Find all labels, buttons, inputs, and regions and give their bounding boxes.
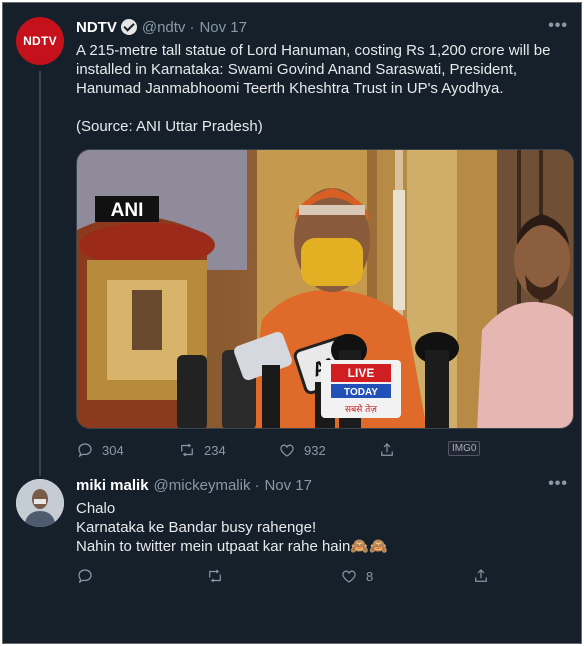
tweet-media-image[interactable]: ANI ANI LIVE TODAY सबसे तेज़ — [76, 149, 574, 429]
like-icon — [342, 570, 356, 583]
timeline-panel: NDTV NDTV @ndtv · Nov 17 ••• A 215-metre… — [2, 2, 582, 644]
reply-icon — [78, 569, 92, 584]
tweet-body: A 215-metre tall statue of Lord Hanuman,… — [76, 42, 551, 97]
author-handle[interactable]: @ndtv — [142, 19, 186, 36]
retweet-icon — [209, 569, 221, 583]
share-icon — [475, 569, 487, 582]
tweet-content: miki malik @mickeymalik · Nov 17 ••• Cha… — [76, 475, 576, 556]
tweet-content: NDTV @ndtv · Nov 17 ••• A 215-metre tall… — [76, 17, 576, 136]
news-photo: ANI ANI LIVE TODAY सबसे तेज़ — [77, 150, 573, 428]
ndtv-avatar[interactable]: NDTV — [16, 17, 64, 65]
author-name[interactable]: NDTV — [76, 19, 117, 36]
reply-icon — [78, 443, 92, 458]
verified-icon — [120, 19, 137, 35]
tweet-date[interactable]: Nov 17 — [199, 19, 247, 36]
reply-button[interactable] — [76, 567, 94, 585]
thread-line — [39, 71, 41, 476]
retweet-count: 234 — [204, 442, 226, 458]
img-button[interactable]: IMG0 — [448, 441, 481, 456]
profile-photo — [16, 479, 64, 527]
mic-label-live: LIVE — [348, 366, 375, 380]
tweet-date[interactable]: Nov 17 — [264, 477, 312, 494]
tweet-line: Chalo — [76, 500, 116, 517]
tweet-source: (Source: ANI Uttar Pradesh) — [76, 118, 263, 135]
like-button[interactable]: 932 — [278, 441, 326, 459]
more-icon[interactable]: ••• — [548, 475, 568, 493]
tweet-header: NDTV @ndtv · Nov 17 — [76, 17, 576, 37]
tweet-text: Chalo Karnataka ke Bandar busy rahenge! … — [76, 499, 576, 556]
reply-button[interactable]: 304 — [76, 441, 124, 459]
author-handle[interactable]: @mickeymalik — [154, 477, 251, 494]
like-icon — [280, 444, 294, 457]
separator-dot: · — [254, 476, 260, 494]
mikimalik-avatar[interactable] — [16, 479, 64, 527]
tweet-actions: 304 234 932 IMG0 — [76, 441, 576, 463]
like-count: 8 — [366, 568, 374, 584]
like-button[interactable]: 8 — [340, 567, 373, 585]
share-button[interactable] — [472, 567, 490, 585]
like-count: 932 — [304, 442, 326, 458]
avatar-logo-text: NDTV — [23, 34, 57, 48]
more-icon[interactable]: ••• — [548, 17, 568, 35]
tweet-actions: 8 — [76, 567, 576, 589]
mic-label-today: TODAY — [344, 387, 378, 398]
author-name[interactable]: miki malik — [76, 477, 149, 494]
share-icon — [381, 443, 393, 456]
ani-watermark: ANI — [111, 200, 144, 221]
tweet-line: Nahin to twitter mein utpaat kar rahe ha… — [76, 538, 388, 555]
tweet-header: miki malik @mickeymalik · Nov 17 — [76, 475, 576, 495]
img-button-label: IMG0 — [448, 441, 481, 456]
separator-dot: · — [189, 18, 195, 36]
tweet-text: A 215-metre tall statue of Lord Hanuman,… — [76, 41, 576, 136]
mic-label-hindi: सबसे तेज़ — [345, 403, 377, 415]
reply-count: 304 — [102, 442, 124, 458]
retweet-button[interactable] — [206, 567, 224, 585]
retweet-icon — [181, 443, 193, 457]
share-button[interactable] — [378, 441, 396, 459]
tweet-line: Karnataka ke Bandar busy rahenge! — [76, 519, 317, 536]
retweet-button[interactable]: 234 — [178, 441, 226, 459]
